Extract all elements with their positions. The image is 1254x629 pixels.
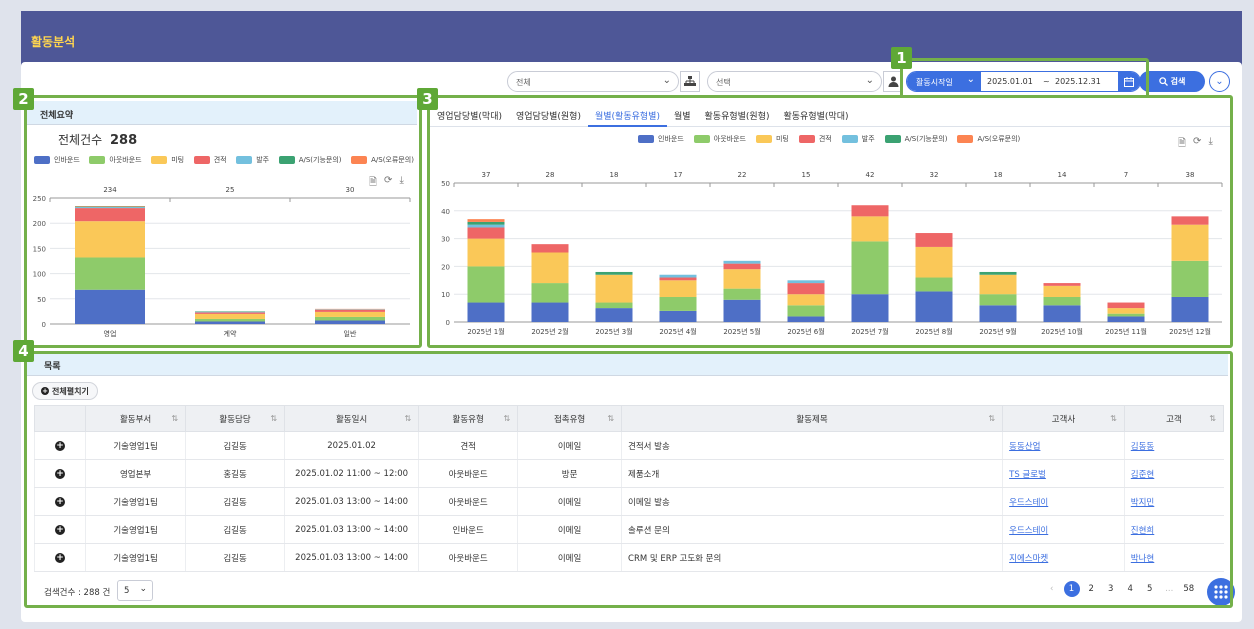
annotation-number-1: 1 <box>891 47 912 69</box>
page-title: 활동분석 <box>31 35 76 49</box>
chevron-down-icon: ⌄ <box>865 75 874 86</box>
user-icon <box>888 76 898 87</box>
annotation-box-4 <box>24 351 1233 608</box>
search-icon <box>1158 77 1168 86</box>
annotation-box-2 <box>24 95 422 348</box>
annotation-box-3 <box>427 95 1233 348</box>
org-chart-icon <box>684 76 696 86</box>
collapse-toggle-button[interactable]: ⌄ <box>1209 71 1230 92</box>
annotation-number-3: 3 <box>417 88 438 110</box>
org-tree-button[interactable] <box>680 71 700 92</box>
annotation-number-4: 4 <box>13 340 34 362</box>
chevron-down-icon: ⌄ <box>662 75 671 86</box>
annotation-number-2: 2 <box>13 88 34 110</box>
person-select-value: 선택 <box>716 78 731 87</box>
annotation-box-1 <box>900 58 1149 98</box>
chevron-down-icon: ⌄ <box>1215 76 1224 87</box>
org-select[interactable]: 전체 ⌄ <box>507 71 679 92</box>
person-select[interactable]: 선택 ⌄ <box>707 71 882 92</box>
search-label: 검색 <box>1170 77 1186 86</box>
org-select-value: 전체 <box>516 78 531 87</box>
